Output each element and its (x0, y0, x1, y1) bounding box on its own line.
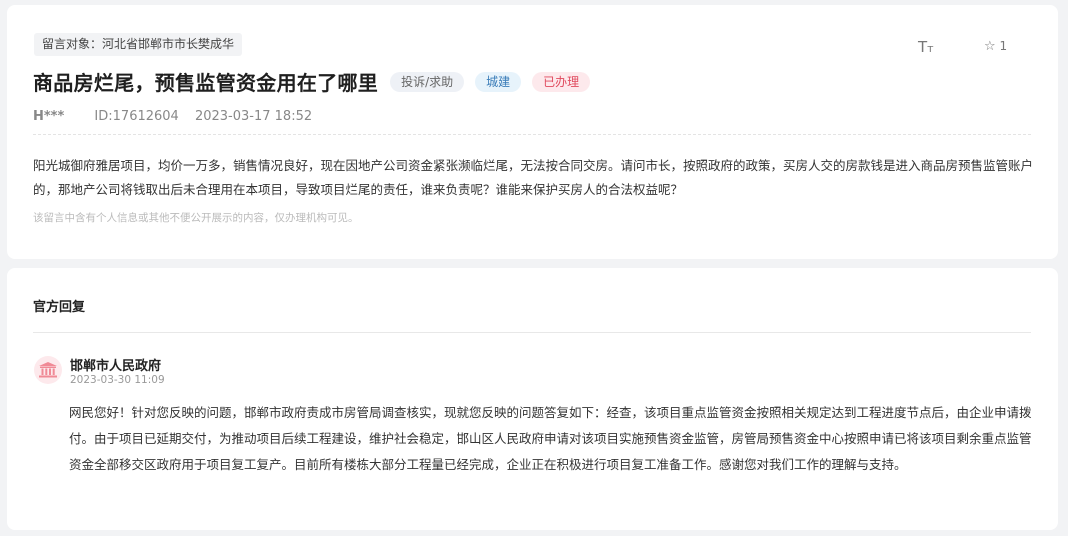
message-title: 商品房烂尾，预售监管资金用在了哪里 (33, 71, 379, 95)
message-target-tag: 留言对象：河北省邯郸市市长樊成华 (34, 33, 243, 56)
font-size-button[interactable]: Tт (918, 38, 934, 56)
message-content: 阳光城御府雅居项目，均价一万多，销售情况良好，现在因地产公司资金紧张濒临烂尾，无… (33, 158, 1034, 197)
title-row: 商品房烂尾，预售监管资金用在了哪里 投诉/求助 城建 已办理 (33, 67, 591, 96)
tag-status: 已办理 (532, 71, 591, 92)
privacy-notice: 该留言中含有个人信息或其他不便公开展示的内容，仅办理机构可见。 (33, 212, 359, 224)
star-outline-icon: ☆ (984, 39, 996, 54)
avatar (34, 356, 62, 384)
message-datetime: 2023-03-17 18:52 (194, 109, 313, 124)
message-meta: H*** ID:17612604 2023-03-17 18:52 (33, 109, 312, 124)
divider (33, 332, 1031, 333)
tag-type: 投诉/求助 (390, 71, 465, 92)
reply-content: 网民您好！针对您反映的问题，邯郸市政府责成市房管局调查核实，现就您反映的问题答复… (69, 405, 1032, 472)
message-user: H*** (33, 109, 65, 124)
message-id: ID:17612604 (94, 109, 179, 124)
favorite-button[interactable]: ☆ 1 (984, 39, 1007, 54)
message-card: 留言对象：河北省邯郸市市长樊成华 Tт ☆ 1 商品房烂尾，预售监管资金用在了哪… (7, 5, 1058, 259)
favorite-count: 1 (999, 39, 1008, 53)
divider (33, 134, 1031, 135)
reply-department: 邯郸市人民政府 (70, 359, 162, 374)
tag-category: 城建 (475, 71, 522, 92)
reply-datetime: 2023-03-30 11:09 (70, 374, 165, 386)
font-size-icon: Tт (918, 38, 934, 56)
official-reply-card: 官方回复 邯郸市人民政府 2023-03-30 11:09 网民您好！针对您反映… (7, 268, 1058, 530)
reply-section-title: 官方回复 (33, 300, 86, 315)
government-building-icon (39, 362, 57, 378)
